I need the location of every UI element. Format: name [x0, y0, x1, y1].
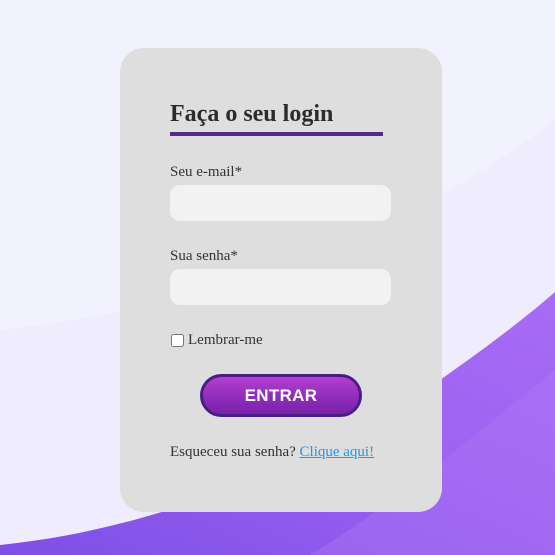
- title-underline: [170, 132, 383, 136]
- forgot-password-link[interactable]: Clique aqui!: [300, 444, 375, 460]
- email-field[interactable]: [170, 185, 391, 221]
- login-card: Faça o seu login Seu e-mail* Sua senha* …: [120, 48, 442, 512]
- remember-me-checkbox[interactable]: [171, 333, 184, 347]
- login-title: Faça o seu login: [170, 101, 334, 127]
- email-label: Seu e-mail*: [170, 164, 243, 180]
- submit-button[interactable]: ENTRAR: [200, 374, 362, 417]
- password-field[interactable]: [170, 269, 391, 305]
- remember-me-label: Lembrar-me: [188, 332, 263, 348]
- remember-me-row: Lembrar-me: [170, 331, 263, 349]
- forgot-password-row: Esqueceu sua senha? Clique aqui!: [170, 443, 374, 461]
- password-label: Sua senha*: [170, 248, 238, 264]
- forgot-password-text: Esqueceu sua senha?: [170, 444, 296, 460]
